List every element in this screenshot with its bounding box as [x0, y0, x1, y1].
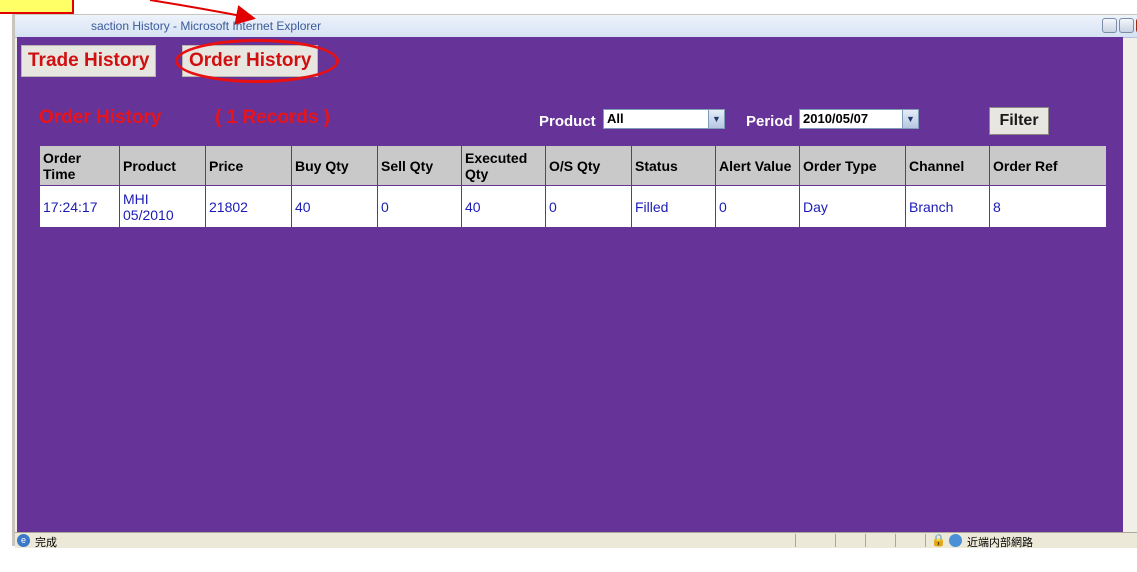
- period-select-value: 2010/05/07: [803, 111, 869, 126]
- product-label: Product: [539, 113, 596, 130]
- maximize-button[interactable]: [1119, 18, 1134, 33]
- cell-status: Filled: [631, 185, 716, 228]
- filter-button[interactable]: Filter: [989, 107, 1049, 135]
- column-header: Alert Value: [715, 145, 800, 186]
- product-select[interactable]: All ▼: [603, 109, 725, 129]
- column-header: Product: [119, 145, 206, 186]
- cell-alert-value: 0: [715, 185, 800, 228]
- intranet-zone-icon: [949, 534, 962, 547]
- table-header-row: Order Time Product Price Buy Qty Sell Qt…: [39, 145, 1107, 186]
- chevron-down-icon[interactable]: ▼: [708, 110, 724, 128]
- divider: [895, 534, 896, 547]
- product-select-value: All: [607, 111, 624, 126]
- callout-box: [0, 0, 74, 14]
- page-title: Order History: [39, 107, 162, 128]
- minimize-button[interactable]: [1102, 18, 1117, 33]
- cell-price: 21802: [205, 185, 292, 228]
- column-header: Order Type: [799, 145, 906, 186]
- column-header: Price: [205, 145, 292, 186]
- title-bar: saction History - Microsoft Internet Exp…: [15, 15, 1137, 38]
- divider: [925, 534, 926, 547]
- column-header: Status: [631, 145, 716, 186]
- period-label: Period: [746, 113, 793, 130]
- table-row[interactable]: 17:24:17 MHI 05/2010 21802 40 0 40 0 Fil…: [39, 185, 1107, 228]
- ie-page-icon: e: [17, 534, 30, 547]
- column-header: Order Time: [39, 145, 120, 186]
- divider: [795, 534, 796, 547]
- cell-executed-qty: 40: [461, 185, 546, 228]
- browser-window: saction History - Microsoft Internet Exp…: [12, 14, 1137, 549]
- divider: [865, 534, 866, 547]
- tab-trade-history[interactable]: Trade History: [21, 45, 157, 77]
- security-zone-text: 近端内部網路: [967, 537, 1033, 549]
- period-select[interactable]: 2010/05/07 ▼: [799, 109, 919, 129]
- cell-os-qty: 0: [545, 185, 632, 228]
- column-header: Channel: [905, 145, 990, 186]
- lock-icon: 🔒: [931, 533, 946, 547]
- status-bar: e 完成 🔒 近端内部網路: [15, 532, 1137, 549]
- column-header: O/S Qty: [545, 145, 632, 186]
- column-header: Order Ref: [989, 145, 1107, 186]
- cell-channel: Branch: [905, 185, 990, 228]
- divider: [835, 534, 836, 547]
- column-header: Buy Qty: [291, 145, 378, 186]
- record-count: ( 1 Records ): [215, 107, 331, 128]
- cell-order-time: 17:24:17: [39, 185, 120, 228]
- tab-order-history[interactable]: Order History: [182, 45, 319, 77]
- page-content: Trade History Order History Order Histor…: [17, 37, 1123, 532]
- cell-order-ref: 8: [989, 185, 1107, 228]
- column-header: Executed Qty: [461, 145, 546, 186]
- cell-order-type: Day: [799, 185, 906, 228]
- cell-buy-qty: 40: [291, 185, 378, 228]
- chevron-down-icon[interactable]: ▼: [902, 110, 918, 128]
- column-header: Sell Qty: [377, 145, 462, 186]
- order-history-table: Order Time Product Price Buy Qty Sell Qt…: [39, 145, 1107, 228]
- cell-product: MHI 05/2010: [119, 185, 206, 228]
- window-title: saction History - Microsoft Internet Exp…: [91, 19, 322, 33]
- status-text: 完成: [35, 537, 57, 549]
- cell-sell-qty: 0: [377, 185, 462, 228]
